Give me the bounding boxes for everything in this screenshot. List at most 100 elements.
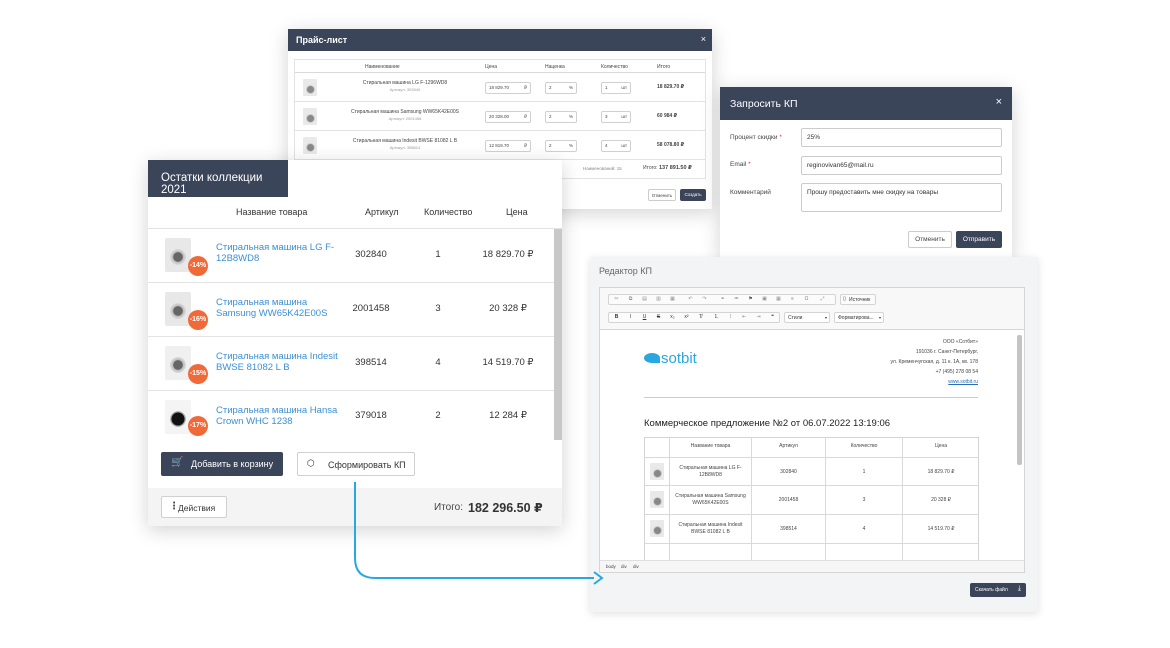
paste-text-icon[interactable]: ▥ bbox=[654, 295, 663, 304]
product-name: Стиральная машина Samsung WW65K42E00S bbox=[675, 493, 746, 506]
unlink-icon[interactable]: ⚮ bbox=[732, 295, 741, 304]
product-link[interactable]: Стиральная машина Samsung WW65K42E00S bbox=[216, 297, 346, 319]
request-kp-title: Запросить КП bbox=[730, 98, 798, 110]
close-icon[interactable]: × bbox=[701, 34, 706, 44]
discount-label: Процент скидки * bbox=[730, 134, 782, 141]
redo-icon[interactable]: ↷ bbox=[700, 295, 709, 304]
stamp-icon: ⬡ bbox=[307, 458, 315, 468]
table-row: -16% Стиральная машина Samsung WW65K42E0… bbox=[148, 283, 554, 337]
create-button[interactable]: Создать bbox=[680, 189, 706, 201]
qty-input[interactable]: 3 шт bbox=[601, 111, 631, 123]
product-image bbox=[650, 491, 664, 508]
discount-badge: -17% bbox=[188, 416, 208, 436]
price-input[interactable]: 12 819.70 ₽ bbox=[485, 140, 531, 152]
italic-icon[interactable]: I bbox=[626, 313, 635, 322]
discount-input[interactable]: 25% bbox=[801, 128, 1002, 147]
bullet-list-icon[interactable]: ⁝ bbox=[726, 313, 735, 322]
qty-input[interactable]: 1 шт bbox=[601, 82, 631, 94]
download-button[interactable]: Скачать файл ⤓ bbox=[970, 583, 1026, 597]
email-label: Email * bbox=[730, 161, 751, 168]
price-input[interactable]: 18 829.70 ₽ bbox=[485, 82, 531, 94]
request-kp-modal: Запросить КП × Процент скидки * 25% Emai… bbox=[720, 87, 1012, 258]
cut-icon[interactable]: ✂ bbox=[612, 295, 621, 304]
markup-input[interactable]: 2% bbox=[545, 111, 577, 123]
actions-label: Действия bbox=[178, 503, 216, 513]
paste-word-icon[interactable]: ▦ bbox=[668, 295, 677, 304]
add-to-cart-button[interactable]: 🛒 Добавить в корзину bbox=[161, 452, 283, 476]
editor-scrollbar[interactable] bbox=[1017, 335, 1022, 465]
product-name: Стиральная машина Samsung WW65K42E00S bbox=[350, 109, 459, 115]
anchor-icon[interactable]: ⚑ bbox=[746, 295, 755, 304]
send-button[interactable]: Отправить bbox=[956, 231, 1002, 248]
clear-format-icon[interactable]: T̸ bbox=[696, 313, 705, 322]
chevron-down-icon: ▾ bbox=[878, 315, 881, 320]
quantity: 2 bbox=[435, 410, 441, 421]
cancel-button[interactable]: Отменить bbox=[648, 189, 676, 201]
logo-text: sotbit bbox=[661, 350, 697, 367]
download-label: Скачать файл bbox=[975, 587, 1008, 593]
markup-input[interactable]: 2% bbox=[545, 140, 577, 152]
product-link[interactable]: Стиральная машина LG F-12B8WD8 bbox=[216, 242, 346, 264]
link-icon[interactable]: ⚭ bbox=[718, 295, 727, 304]
path-item[interactable]: div bbox=[621, 564, 627, 569]
col-name: Наименование bbox=[365, 64, 400, 70]
actions-button[interactable]: ⋮ Действия bbox=[161, 496, 227, 518]
product-name: Стиральная машина Indesit BWSE 81082 L B bbox=[678, 522, 743, 535]
source-button[interactable]: ▯ Источник bbox=[840, 294, 876, 305]
price-list-title: Прайс-лист bbox=[296, 35, 348, 45]
table-row: -15% Стиральная машина Indesit BWSE 8108… bbox=[148, 337, 554, 391]
comment-textarea[interactable]: Прошу предоставить мне скидку на товары bbox=[801, 183, 1002, 212]
path-item[interactable]: div bbox=[633, 564, 639, 569]
table-row: Стиральная машина Indesit BWSE 81082 L B… bbox=[295, 131, 705, 160]
price-list-header: Прайс-лист × bbox=[288, 29, 712, 51]
cancel-button[interactable]: Отменить bbox=[908, 231, 952, 248]
collection-title: Остатки коллекции 2021 bbox=[161, 172, 263, 196]
make-kp-button[interactable]: ⬡ Сформировать КП bbox=[297, 452, 415, 476]
product-name: Стиральная машина LG F-1296WD8 bbox=[362, 80, 448, 86]
kp-col-name: Название товара bbox=[690, 443, 731, 449]
add-to-cart-label: Добавить в корзину bbox=[191, 459, 274, 469]
product-link[interactable]: Стиральная машина Indesit BWSE 81082 L B bbox=[216, 351, 346, 373]
editor-content[interactable]: sotbit ООО «Сотбит» 191036 г. Санкт-Пете… bbox=[600, 331, 1024, 560]
subscript-icon[interactable]: x₂ bbox=[668, 313, 677, 322]
underline-icon[interactable]: U bbox=[640, 313, 649, 322]
outdent-icon[interactable]: ⇤ bbox=[740, 313, 749, 322]
close-icon[interactable]: × bbox=[996, 96, 1002, 108]
paste-icon[interactable]: ▤ bbox=[640, 295, 649, 304]
product-article: Артикул: 2001458 bbox=[388, 116, 422, 121]
format-select[interactable]: Форматирова... ▾ bbox=[834, 312, 884, 323]
items-count: Наименований: 15 bbox=[583, 166, 622, 171]
row-total: 60 984 ₽ bbox=[657, 113, 678, 119]
strike-icon[interactable]: S bbox=[654, 313, 663, 322]
col-product-name: Название товара bbox=[236, 207, 308, 217]
quantity: 1 bbox=[862, 469, 866, 475]
price: 20 328 ₽ bbox=[489, 303, 527, 314]
email-input[interactable]: reginovivan65@mail.ru bbox=[801, 156, 1002, 175]
table-icon[interactable]: ▦ bbox=[774, 295, 783, 304]
numbered-list-icon[interactable]: ⒈ bbox=[712, 313, 721, 322]
path-item[interactable]: body bbox=[606, 564, 616, 569]
company-site-link[interactable]: www.sotbit.ru bbox=[830, 377, 978, 387]
kp-col-qty: Количество bbox=[850, 443, 878, 449]
superscript-icon[interactable]: x² bbox=[682, 313, 691, 322]
element-path: body div div bbox=[600, 560, 1024, 572]
copy-icon[interactable]: ⧉ bbox=[626, 295, 635, 304]
qty-input[interactable]: 4 шт bbox=[601, 140, 631, 152]
styles-select[interactable]: Стили ▾ bbox=[784, 312, 830, 323]
editor-frame: ✂ ⧉ ▤ ▥ ▦ ↶ ↷ ⚭ ⚮ ⚑ ▣ ▦ ≡ Ω ⤢ ▯ Источник… bbox=[599, 287, 1025, 573]
image-icon[interactable]: ▣ bbox=[760, 295, 769, 304]
blockquote-icon[interactable]: ❝ bbox=[768, 313, 777, 322]
markup-input[interactable]: 2% bbox=[545, 82, 577, 94]
bold-icon[interactable]: B bbox=[612, 313, 621, 322]
product-link[interactable]: Стиральная машина Hansa Crown WHC 1238 bbox=[216, 405, 346, 427]
special-char-icon[interactable]: Ω bbox=[802, 295, 811, 304]
maximize-icon[interactable]: ⤢ bbox=[818, 295, 827, 304]
price-input[interactable]: 20 328.00 ₽ bbox=[485, 111, 531, 123]
col-total: Итого bbox=[657, 64, 671, 70]
scrollbar[interactable] bbox=[554, 229, 562, 440]
undo-icon[interactable]: ↶ bbox=[686, 295, 695, 304]
comment-label: Комментарий bbox=[730, 189, 771, 196]
hr-icon[interactable]: ≡ bbox=[788, 295, 797, 304]
row-total: 58 078.80 ₽ bbox=[657, 142, 685, 148]
indent-icon[interactable]: ⇥ bbox=[754, 313, 763, 322]
